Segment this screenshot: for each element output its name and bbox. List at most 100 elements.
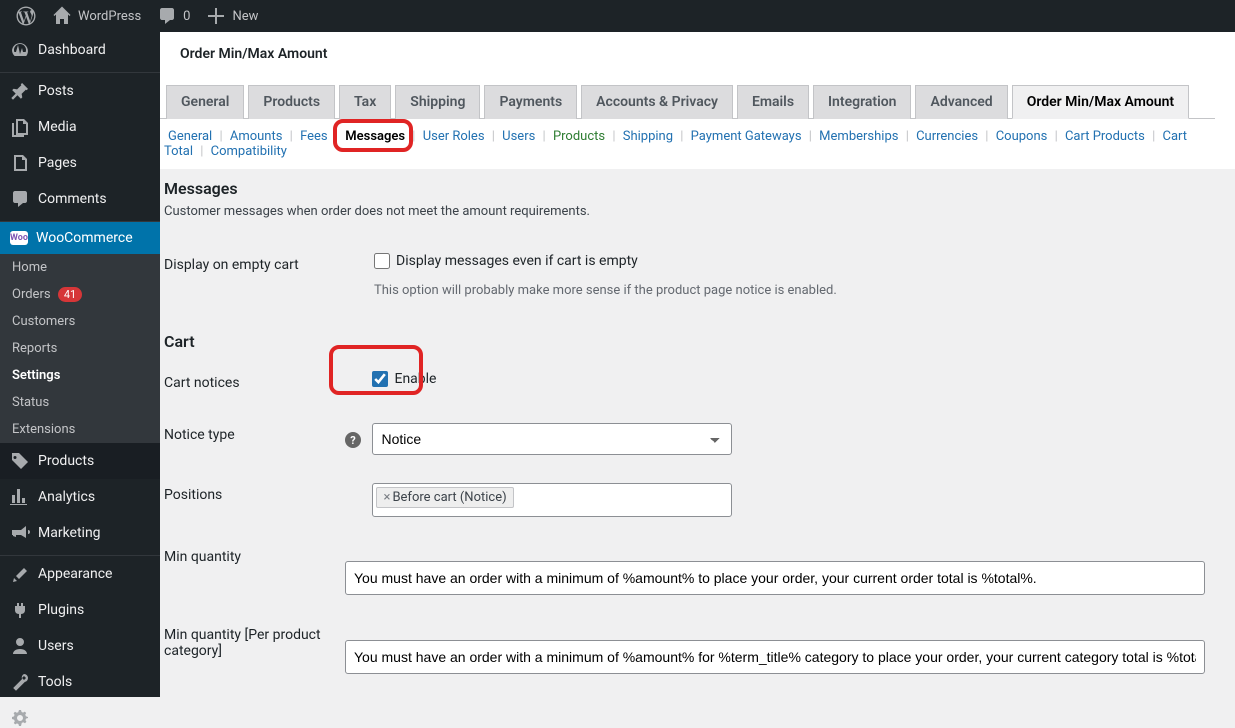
subtab-compatibility[interactable]: Compatibility bbox=[207, 144, 291, 159]
form-table: Display on empty cart Display messages e… bbox=[164, 239, 1215, 312]
token-remove-icon[interactable]: × bbox=[383, 490, 390, 505]
tab-integration[interactable]: Integration bbox=[813, 85, 911, 119]
plus-icon bbox=[206, 6, 226, 26]
subtab-separator: | bbox=[539, 129, 549, 144]
tab-general[interactable]: General bbox=[166, 85, 244, 119]
sidebar-item-tools[interactable]: Tools bbox=[0, 664, 160, 700]
sidebar-item-appearance[interactable]: Appearance bbox=[0, 556, 160, 592]
media-icon bbox=[10, 117, 30, 137]
subtab-cart-products[interactable]: Cart Products bbox=[1061, 129, 1149, 144]
comments-count: 0 bbox=[183, 9, 190, 24]
user-icon bbox=[10, 636, 30, 656]
display-empty-checkbox[interactable] bbox=[374, 253, 390, 269]
tab-emails[interactable]: Emails bbox=[737, 85, 809, 119]
display-empty-checkbox-label[interactable]: Display messages even if cart is empty bbox=[374, 253, 638, 269]
row-label-notice-type: Notice type bbox=[164, 409, 345, 469]
megaphone-icon bbox=[10, 523, 30, 543]
subtab-products[interactable]: Products bbox=[549, 129, 609, 144]
tab-payments[interactable]: Payments bbox=[484, 85, 577, 119]
position-token[interactable]: ×Before cart (Notice) bbox=[376, 487, 513, 508]
row-label-min-qty: Min quantity bbox=[164, 531, 345, 609]
sidebar-item-dashboard[interactable]: Dashboard bbox=[0, 32, 160, 68]
sidebar-item-plugins[interactable]: Plugins bbox=[0, 592, 160, 628]
sidebar-label: Plugins bbox=[38, 602, 84, 618]
subtab-general[interactable]: General bbox=[164, 129, 216, 144]
subtab-shipping[interactable]: Shipping bbox=[619, 129, 677, 144]
wrench-icon bbox=[10, 672, 30, 692]
subtab-separator: | bbox=[902, 129, 912, 144]
tab-shipping[interactable]: Shipping bbox=[395, 85, 480, 119]
subtab-memberships[interactable]: Memberships bbox=[815, 129, 902, 144]
subtab-messages[interactable]: Messages bbox=[341, 129, 409, 144]
site-name-link[interactable]: WordPress bbox=[44, 0, 149, 32]
wc-sub-status[interactable]: Status bbox=[0, 389, 160, 416]
wc-sub-extensions[interactable]: Extensions bbox=[0, 416, 160, 443]
subtab-payment-gateways[interactable]: Payment Gateways bbox=[687, 129, 806, 144]
form-table-cart: Cart notices ? Enable Notice type ? Noti… bbox=[164, 357, 1215, 688]
min-qty-input[interactable] bbox=[345, 561, 1205, 595]
wc-sub-settings[interactable]: Settings bbox=[0, 362, 160, 389]
sidebar-item-marketing[interactable]: Marketing bbox=[0, 515, 160, 551]
subtab-separator: | bbox=[1149, 129, 1159, 144]
sidebar-label: Analytics bbox=[38, 489, 95, 505]
settings-sub-nav: General | Amounts | Fees | Messages | Us… bbox=[160, 119, 1215, 169]
notice-type-select[interactable]: Notice bbox=[372, 423, 732, 455]
sidebar-label: Products bbox=[38, 453, 94, 469]
subtab-separator: | bbox=[982, 129, 992, 144]
cart-notices-enable-label[interactable]: Enable bbox=[372, 371, 436, 387]
home-icon bbox=[52, 6, 72, 26]
admin-top-bar: WordPress 0 New bbox=[0, 0, 1235, 32]
subtab-amounts[interactable]: Amounts bbox=[226, 129, 287, 144]
row-label-cart-notices: Cart notices bbox=[164, 357, 345, 409]
subtab-separator: | bbox=[489, 129, 499, 144]
subtab-user-roles[interactable]: User Roles bbox=[419, 129, 489, 144]
subtab-separator: | bbox=[677, 129, 687, 144]
analytics-icon bbox=[10, 487, 30, 507]
sidebar-label: WooCommerce bbox=[36, 230, 133, 246]
checkbox-text: Enable bbox=[394, 371, 436, 387]
section-desc-messages: Customer messages when order does not me… bbox=[164, 204, 1215, 219]
wc-sub-reports[interactable]: Reports bbox=[0, 335, 160, 362]
checkbox-text: Display messages even if cart is empty bbox=[396, 253, 638, 269]
sidebar-label: Users bbox=[38, 638, 74, 654]
tab-tax[interactable]: Tax bbox=[339, 85, 391, 119]
sidebar-item-media[interactable]: Media bbox=[0, 109, 160, 145]
tab-products[interactable]: Products bbox=[248, 85, 335, 119]
subtab-currencies[interactable]: Currencies bbox=[912, 129, 982, 144]
min-qty-cat-input[interactable] bbox=[345, 640, 1205, 674]
subtab-separator: | bbox=[609, 129, 619, 144]
sidebar-item-analytics[interactable]: Analytics bbox=[0, 479, 160, 515]
positions-token-input[interactable]: ×Before cart (Notice) bbox=[372, 483, 732, 517]
sidebar-label: Pages bbox=[38, 155, 77, 171]
sidebar-label: Marketing bbox=[38, 525, 101, 541]
sidebar-label: Posts bbox=[38, 83, 74, 99]
subtab-users[interactable]: Users bbox=[498, 129, 539, 144]
sidebar-item-comments[interactable]: Comments bbox=[0, 181, 160, 217]
cart-notices-enable-checkbox[interactable] bbox=[372, 371, 388, 387]
sidebar-item-pages[interactable]: Pages bbox=[0, 145, 160, 181]
sidebar-item-products[interactable]: Products bbox=[0, 443, 160, 479]
subtab-separator: | bbox=[286, 129, 296, 144]
wc-sub-orders[interactable]: Orders 41 bbox=[0, 281, 160, 308]
tab-order-min-max-amount[interactable]: Order Min/Max Amount bbox=[1012, 85, 1189, 119]
sub-label: Orders bbox=[12, 287, 51, 302]
woocommerce-submenu: Home Orders 41 Customers Reports Setting… bbox=[0, 254, 160, 443]
subtab-coupons[interactable]: Coupons bbox=[992, 129, 1052, 144]
tab-advanced[interactable]: Advanced bbox=[915, 85, 1007, 119]
dashboard-icon bbox=[10, 40, 30, 60]
wc-sub-home[interactable]: Home bbox=[0, 254, 160, 281]
orders-count-badge: 41 bbox=[58, 287, 82, 302]
pin-icon bbox=[10, 81, 30, 101]
plugin-icon bbox=[10, 600, 30, 620]
sidebar-label: Appearance bbox=[38, 566, 112, 582]
subtab-fees[interactable]: Fees bbox=[296, 129, 332, 144]
sidebar-item-posts[interactable]: Posts bbox=[0, 73, 160, 109]
tab-accounts-privacy[interactable]: Accounts & Privacy bbox=[581, 85, 733, 119]
sidebar-item-woocommerce[interactable]: Woo WooCommerce bbox=[0, 222, 160, 254]
new-content-link[interactable]: New bbox=[198, 0, 266, 32]
sidebar-item-users[interactable]: Users bbox=[0, 628, 160, 664]
comments-link[interactable]: 0 bbox=[149, 0, 198, 32]
help-tip-icon[interactable]: ? bbox=[345, 432, 361, 448]
wc-sub-customers[interactable]: Customers bbox=[0, 308, 160, 335]
wp-logo[interactable] bbox=[8, 0, 44, 32]
